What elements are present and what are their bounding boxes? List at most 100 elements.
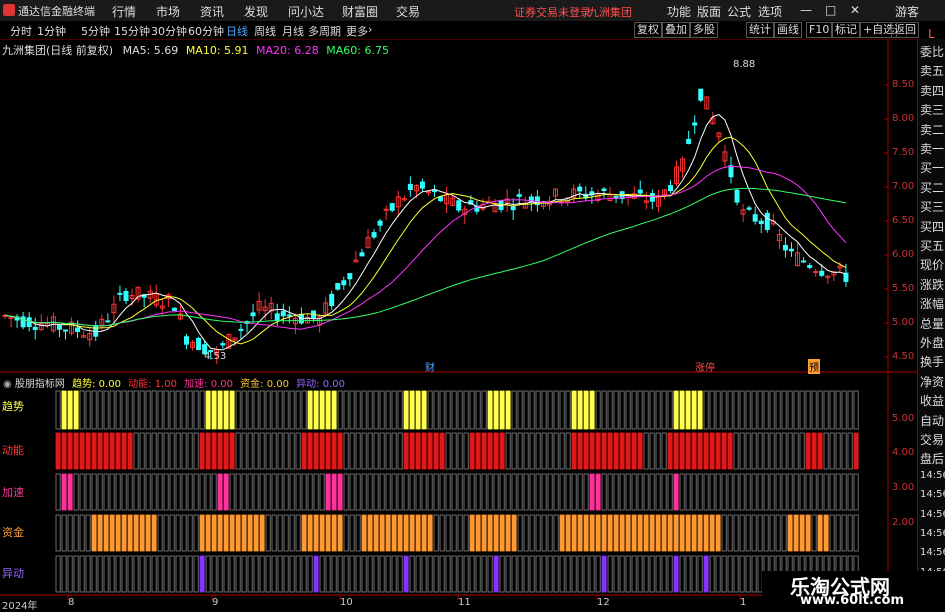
sidebar-item[interactable]: 涨跌 — [920, 276, 944, 293]
indicator-bar — [799, 514, 805, 552]
period-60min[interactable]: 60分钟 — [188, 23, 224, 39]
menu-ask[interactable]: 问小达 — [288, 3, 324, 20]
period-weekly[interactable]: 周线 — [254, 23, 276, 39]
sidebar-item[interactable]: 卖二 — [920, 121, 944, 138]
indicator-bar — [133, 473, 139, 511]
sidebar-item[interactable]: 外盘 — [920, 334, 944, 351]
sidebar-item[interactable]: 收益 — [920, 392, 944, 409]
indicator-bar — [277, 432, 283, 470]
sidebar-item[interactable]: 净资 — [920, 373, 944, 390]
menu-discover[interactable]: 发现 — [244, 3, 268, 20]
more-chevron-icon[interactable]: › — [368, 23, 372, 36]
indicator-bar — [853, 514, 859, 552]
indicator-bar — [793, 514, 799, 552]
maximize-button[interactable]: □ — [825, 3, 836, 17]
indicator-bar — [433, 473, 439, 511]
indicator-bar — [367, 473, 373, 511]
indicator-bar — [355, 555, 361, 593]
sidebar-item[interactable]: 委比 — [920, 43, 944, 60]
indicator-bar — [343, 514, 349, 552]
menu-wealth[interactable]: 财富圈 — [342, 3, 378, 20]
stats-button[interactable]: 统计 — [746, 22, 774, 38]
indicator-bar — [67, 432, 73, 470]
login-notice[interactable]: 证券交易未登录 — [514, 4, 591, 20]
indicator-name[interactable]: 股朋指标网 — [15, 379, 65, 390]
f10-button[interactable]: F10 — [806, 22, 833, 38]
indicator-bar — [223, 514, 229, 552]
menu-formula[interactable]: 公式 — [727, 3, 751, 20]
indicator-bar — [727, 514, 733, 552]
sidebar-item[interactable]: 卖一 — [920, 140, 944, 157]
sidebar-item[interactable]: 买一 — [920, 159, 944, 176]
minimize-button[interactable]: — — [800, 3, 812, 17]
candle-body — [819, 270, 825, 276]
sidebar-item[interactable]: 交易 — [920, 431, 944, 448]
sidebar-item[interactable]: 自动 — [920, 412, 944, 429]
period-30min[interactable]: 30分钟 — [151, 23, 187, 39]
period-daily[interactable]: 日线 — [226, 23, 248, 39]
menu-trade[interactable]: 交易 — [396, 3, 420, 20]
indicator-bar — [139, 514, 145, 552]
forecast-tag[interactable]: 预 — [808, 359, 820, 374]
sidebar-item[interactable]: 14:56 — [920, 509, 945, 520]
indicator-bar — [631, 432, 637, 470]
sidebar-item[interactable]: 14:56 — [920, 470, 945, 481]
indicator-bar — [805, 432, 811, 470]
menu-layout[interactable]: 版面 — [697, 3, 721, 20]
sidebar-item[interactable]: 14:56 — [920, 547, 945, 558]
indicator-bar — [709, 514, 715, 552]
limit-up-tag[interactable]: 涨停 — [695, 359, 715, 374]
sidebar-item[interactable]: 卖五 — [920, 62, 944, 79]
sidebar-item[interactable]: 换手 — [920, 353, 944, 370]
close-button[interactable]: ✕ — [850, 3, 860, 17]
indicator-bar — [301, 473, 307, 511]
indicator-bar — [643, 390, 649, 430]
menu-quotes[interactable]: 行情 — [112, 3, 136, 20]
indicator-bar — [415, 390, 421, 430]
menu-market[interactable]: 市场 — [156, 3, 180, 20]
menu-function[interactable]: 功能 — [667, 3, 691, 20]
kline-chart[interactable] — [0, 39, 917, 609]
indicator-bar — [475, 390, 481, 430]
menu-news[interactable]: 资讯 — [200, 3, 224, 20]
period-multi[interactable]: 多周期 — [308, 23, 341, 39]
back-button[interactable]: 返回 — [891, 22, 919, 38]
sidebar-item[interactable]: 买四 — [920, 218, 944, 235]
sidebar-item[interactable]: 买三 — [920, 198, 944, 215]
period-1min[interactable]: 1分钟 — [37, 23, 66, 39]
sidebar-item[interactable]: 买二 — [920, 179, 944, 196]
draw-button[interactable]: 画线 — [774, 22, 802, 38]
indicator-bar — [553, 473, 559, 511]
indicator-bar — [397, 390, 403, 430]
indicator-bar — [319, 555, 325, 593]
sidebar-item[interactable]: 总量 — [920, 315, 944, 332]
indicator-bar — [403, 555, 409, 593]
sidebar-top[interactable]: L — [928, 27, 935, 41]
fuquan-button[interactable]: 复权 — [634, 22, 662, 38]
period-5min[interactable]: 5分钟 — [81, 23, 110, 39]
indicator-axis-tick: 3.00 — [892, 482, 915, 493]
indicator-bar — [787, 390, 793, 430]
sidebar-item[interactable]: 14:56 — [920, 528, 945, 539]
mark-button[interactable]: 标记 — [832, 22, 860, 38]
indicator-toggle-icon[interactable]: ◉ — [3, 379, 12, 390]
menu-options[interactable]: 选项 — [758, 3, 782, 20]
period-15min[interactable]: 15分钟 — [114, 23, 150, 39]
multi-stock-button[interactable]: 多股 — [690, 22, 718, 38]
period-more[interactable]: 更多 — [346, 23, 368, 39]
sidebar-item[interactable]: 涨幅 — [920, 295, 944, 312]
sidebar-item[interactable]: 14:56 — [920, 489, 945, 500]
sidebar-item[interactable]: 盘后 — [920, 450, 944, 467]
candle-body — [196, 337, 202, 351]
finance-tag[interactable]: 财 — [425, 359, 435, 374]
indicator-bar — [85, 432, 91, 470]
period-monthly[interactable]: 月线 — [282, 23, 304, 39]
indicator-bar — [85, 473, 91, 511]
sidebar-item[interactable]: 卖四 — [920, 82, 944, 99]
user-label[interactable]: 游客 — [895, 3, 919, 20]
overlay-button[interactable]: 叠加 — [662, 22, 690, 38]
period-intraday[interactable]: 分时 — [10, 23, 32, 39]
sidebar-item[interactable]: 卖三 — [920, 101, 944, 118]
sidebar-item[interactable]: 买五 — [920, 237, 944, 254]
sidebar-item[interactable]: 现价 — [920, 256, 944, 273]
